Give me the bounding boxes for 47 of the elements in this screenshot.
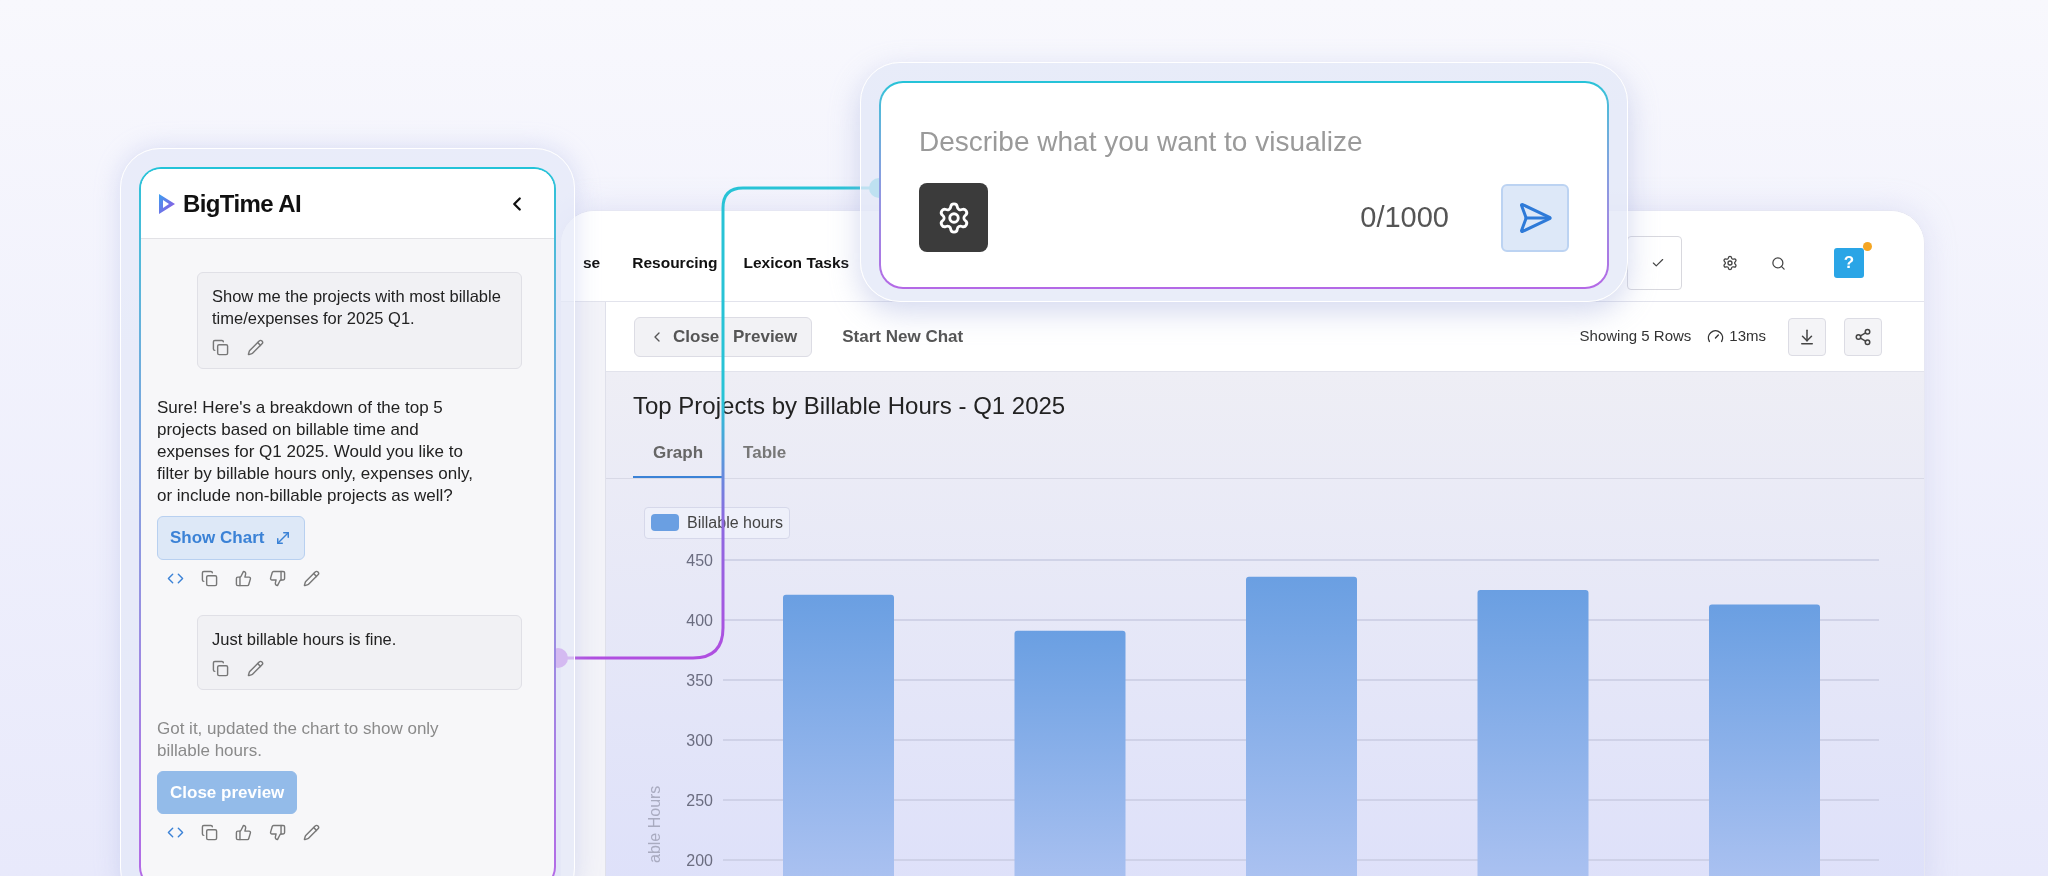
assistant-message-text: Sure! Here's a breakdown of the top 5 projects based on billable time and expenses for Q1 2025. Would you like to filter by billable hours only, expenses only, or include non-billable projects as well?	[157, 397, 474, 507]
copy-icon[interactable]	[212, 339, 229, 356]
thumbs-down-icon[interactable]	[269, 824, 286, 841]
logo-icon	[157, 191, 177, 216]
share-button[interactable]	[1844, 317, 1882, 356]
copy-icon[interactable]	[201, 569, 218, 587]
copy-icon[interactable]	[201, 824, 218, 841]
edit-icon[interactable]	[303, 569, 320, 587]
y-axis-label: able Hours	[646, 785, 663, 863]
download-icon	[1798, 327, 1816, 346]
close-preview-button[interactable]: Close Preview	[634, 316, 813, 357]
thumbs-down-icon[interactable]	[269, 569, 286, 587]
chart-tab[interactable]: Table	[723, 434, 807, 478]
share-icon	[1854, 327, 1872, 346]
search-icon[interactable]	[1771, 255, 1786, 271]
check-icon	[1650, 256, 1665, 270]
thumbs-up-icon[interactable]	[235, 824, 252, 841]
row-count: Showing 5 Rows	[1579, 326, 1692, 347]
thumbs-up-icon[interactable]	[235, 569, 252, 587]
character-counter: 0/1000	[1360, 199, 1449, 235]
download-button[interactable]	[1788, 317, 1826, 356]
prompt-input[interactable]: Describe what you want to visualize	[919, 121, 1569, 163]
dropdown-field[interactable]	[1627, 236, 1682, 290]
y-tick-label: 350	[686, 671, 713, 689]
settings-button[interactable]	[919, 183, 988, 252]
nav-item[interactable]: se	[583, 251, 601, 275]
app-title: BigTime AI	[183, 188, 302, 219]
chart-tab[interactable]: Graph	[633, 434, 724, 478]
edit-icon[interactable]	[247, 659, 264, 677]
user-message-text: Show me the projects with most billable time/expenses for 2025 Q1.	[212, 286, 502, 329]
edit-icon[interactable]	[247, 339, 264, 356]
query-time: 13ms	[1729, 326, 1766, 347]
send-button[interactable]	[1501, 183, 1569, 252]
y-tick-label: 200	[686, 851, 713, 869]
nav-item[interactable]: Lexicon Tasks	[743, 251, 850, 275]
start-new-chat-button[interactable]: Start New Chat	[842, 323, 964, 350]
nav-item[interactable]: Resourcing	[632, 251, 718, 275]
settings-icon[interactable]	[1722, 255, 1738, 271]
y-tick-label: 300	[686, 731, 713, 749]
user-message-text: Just billable hours is fine.	[212, 628, 398, 650]
y-tick-label: 250	[686, 791, 713, 809]
copy-icon[interactable]	[212, 659, 229, 677]
gauge-icon	[1707, 328, 1725, 345]
edit-icon[interactable]	[303, 824, 320, 841]
assistant-message-text: Got it, updated the chart to show only billable hours.	[157, 717, 440, 762]
y-tick-label: 400	[686, 611, 713, 629]
y-tick-label: 450	[686, 551, 713, 569]
